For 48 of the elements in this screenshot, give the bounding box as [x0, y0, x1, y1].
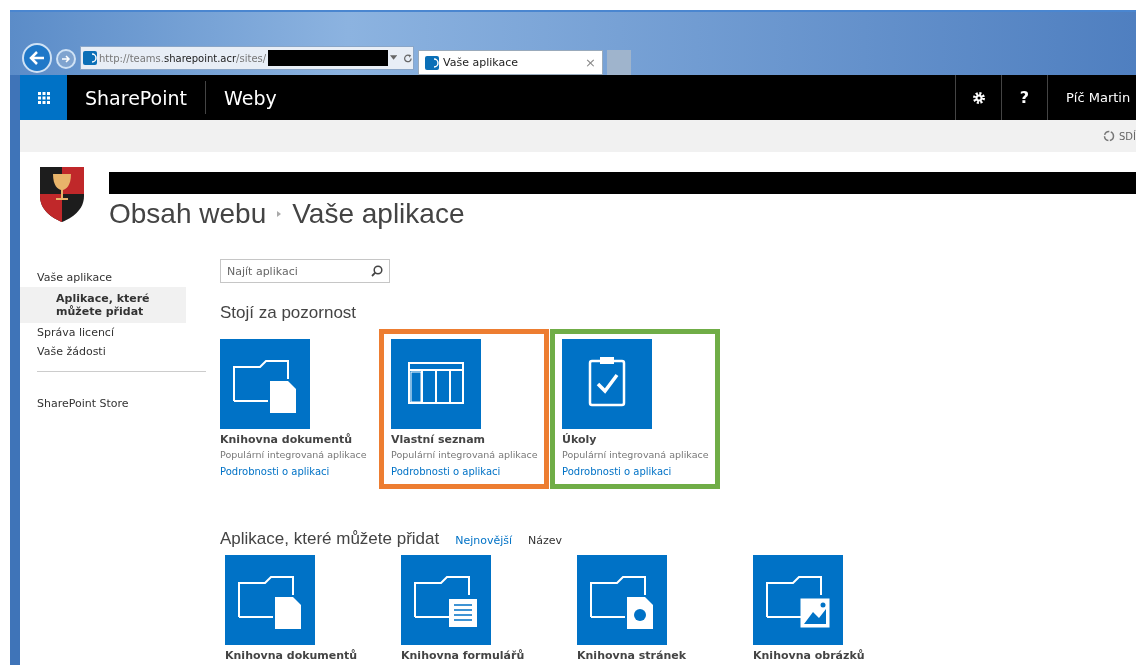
- share-link[interactable]: SDÍ: [1119, 130, 1136, 142]
- browser-tab[interactable]: Vaše aplikace ×: [418, 50, 603, 75]
- tab-title: Vaše aplikace: [443, 56, 518, 69]
- sidebar-item[interactable]: Vaše aplikace: [20, 268, 206, 287]
- brand-name[interactable]: SharePoint: [67, 81, 206, 114]
- shield-logo: [37, 164, 87, 224]
- app-description: Populární integrovaná aplikace: [391, 449, 539, 460]
- forward-arrow-icon: [61, 54, 71, 64]
- forward-button[interactable]: [56, 49, 76, 69]
- sharepoint-logo-icon: [83, 51, 97, 65]
- sidebar-item[interactable]: Vaše žádosti: [20, 342, 206, 361]
- app-title[interactable]: Knihovna dokumentů: [220, 433, 370, 446]
- search-field[interactable]: Najít aplikaci: [220, 259, 390, 283]
- breadcrumb-arrow-icon: [276, 210, 283, 218]
- section-heading: Aplikace, které můžete přidat: [220, 529, 440, 549]
- app-launcher-button[interactable]: [20, 75, 67, 120]
- app-title[interactable]: Úkoly: [562, 433, 712, 446]
- app-title[interactable]: Knihovna formulářů: [401, 649, 551, 662]
- page-title: Vaše aplikace: [292, 198, 465, 230]
- grid-icon: [37, 91, 50, 104]
- app-details-link[interactable]: Podrobnosti o aplikaci: [391, 466, 501, 477]
- app-details-link[interactable]: Podrobnosti o aplikaci: [220, 466, 330, 477]
- sidebar-item[interactable]: SharePoint Store: [20, 394, 206, 413]
- sort-link[interactable]: Název: [528, 534, 563, 547]
- section-heading: Stojí za pozornost: [220, 303, 357, 323]
- url-text: http://teams.sharepoint.acr/sites/: [99, 52, 267, 64]
- sidebar-item[interactable]: Správa licencí: [20, 323, 206, 342]
- sort-link[interactable]: Nejnovější: [455, 534, 513, 547]
- section-link[interactable]: Weby: [206, 75, 295, 120]
- app-title[interactable]: Knihovna stránek: [577, 649, 727, 662]
- address-bar[interactable]: http://teams.sharepoint.acr/sites/: [80, 46, 414, 70]
- close-icon[interactable]: ×: [585, 55, 596, 70]
- settings-icon: [971, 90, 986, 105]
- sync-icon: [1103, 130, 1115, 142]
- app-title[interactable]: Vlastní seznam: [391, 433, 541, 446]
- refresh-icon[interactable]: [403, 52, 413, 64]
- sharepoint-logo-icon: [425, 55, 439, 70]
- back-button[interactable]: [22, 43, 52, 73]
- breadcrumb-link[interactable]: Obsah webu: [109, 198, 267, 230]
- app-description: Populární integrovaná aplikace: [220, 449, 368, 460]
- search-icon[interactable]: [371, 265, 383, 277]
- app-title[interactable]: Knihovna dokumentů: [225, 649, 375, 662]
- app-title[interactable]: Knihovna obrázků: [753, 649, 903, 662]
- app-description: Populární integrovaná aplikace: [562, 449, 710, 460]
- dropdown-icon[interactable]: [390, 55, 398, 61]
- sidebar-item[interactable]: Aplikace, které můžete přidat: [20, 287, 186, 323]
- back-arrow-icon: [29, 51, 45, 65]
- app-details-link[interactable]: Podrobnosti o aplikaci: [562, 466, 672, 477]
